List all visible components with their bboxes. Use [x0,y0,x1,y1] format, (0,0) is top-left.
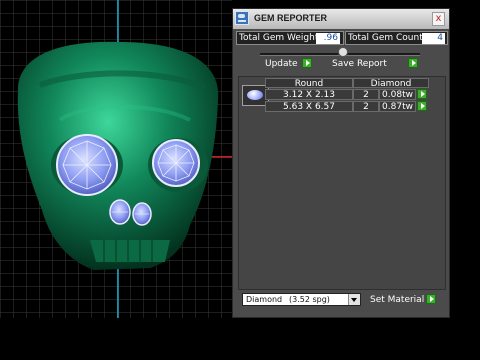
app-icon [235,11,249,25]
total-count-box: Total Gem Count 4 [345,31,448,45]
set-material-button[interactable] [426,294,436,304]
column-header-round: Round [265,78,353,89]
total-count-value: 4 [422,33,445,44]
window-title: GEM REPORTER [254,13,328,23]
save-report-button[interactable] [408,58,418,68]
gem-nose-left[interactable] [109,199,131,225]
row-1-size: 3.12 X 2.13 [265,89,353,100]
material-select[interactable]: Diamond (3.52 spg) [242,293,361,306]
row-2-go-button[interactable] [417,101,427,111]
total-weight-box: Total Gem Weight .96 [236,31,344,45]
gem-reporter-panel: GEM REPORTER x Total Gem Weight .96 Tota… [232,8,450,318]
gem-list-area: Round Diamond 3.12 X 2.13 2 0.08tw 5.63 … [238,76,446,290]
row-2-count: 2 [353,101,379,112]
gem-left-eye[interactable] [56,134,118,196]
close-button[interactable]: x [432,12,445,26]
row-1-go-button[interactable] [417,89,427,99]
update-label[interactable]: Update [265,59,298,69]
row-2-weight: 0.87tw [379,101,416,112]
panel-slider-knob[interactable] [338,47,348,57]
total-weight-value: .96 [316,33,340,44]
gem-right-eye[interactable] [152,139,200,187]
gem-nose-right[interactable] [132,202,152,226]
material-select-name: Diamond [246,295,283,304]
set-material-label[interactable]: Set Material [370,295,424,305]
row-1-weight: 0.08tw [379,89,416,100]
row-1-count: 2 [353,89,379,100]
column-header-diamond: Diamond [353,78,429,89]
material-select-spg: (3.52 spg) [289,295,330,304]
total-count-label: Total Gem Count [348,33,423,43]
save-report-label[interactable]: Save Report [332,59,387,69]
title-bar[interactable]: GEM REPORTER x [233,9,449,29]
chevron-down-icon[interactable] [348,294,360,305]
row-2-size: 5.63 X 6.57 [265,101,353,112]
update-button[interactable] [302,58,312,68]
total-weight-label: Total Gem Weight [239,33,319,43]
